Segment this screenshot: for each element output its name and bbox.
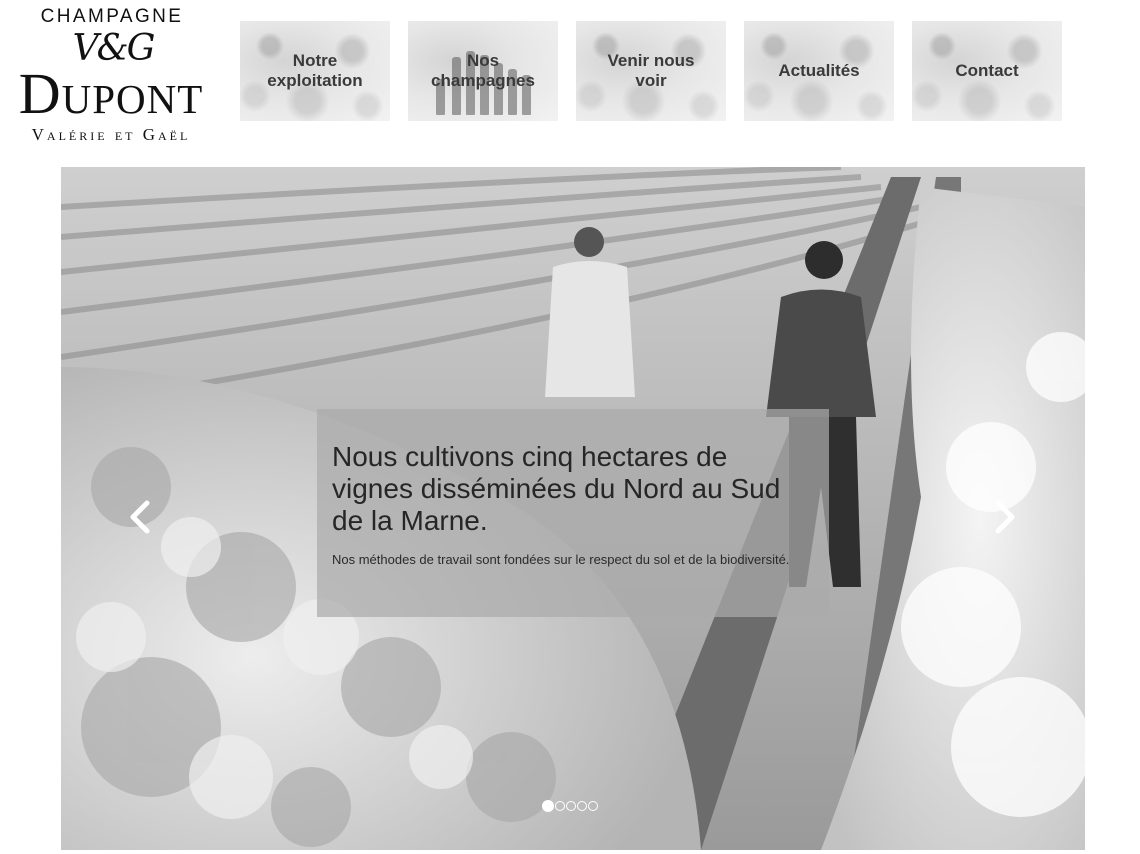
nav-tile-label: Actualités xyxy=(778,61,860,80)
logo-name: Dupont xyxy=(18,61,204,126)
slide-text: Nos méthodes de travail sont fondées sur… xyxy=(332,552,790,567)
nav-tile-venir[interactable]: Venir nous voir xyxy=(576,21,726,121)
nav-tile-actualites[interactable]: Actualités xyxy=(744,21,894,121)
nav-tile-label: Notre exploitation xyxy=(267,51,363,90)
nav-tile-contact[interactable]: Contact xyxy=(912,21,1062,121)
slider-dot-5[interactable] xyxy=(588,801,598,811)
nav-tile-label: Venir nous voir xyxy=(607,51,695,90)
site-logo[interactable]: CHAMPAGNE V&G Dupont Valérie et Gaël xyxy=(6,4,216,146)
nav-tile-label: Contact xyxy=(955,61,1019,80)
chevron-right-icon xyxy=(995,500,1015,534)
logo-subtitle: Valérie et Gaël xyxy=(31,125,191,144)
logo-champagne-text: CHAMPAGNE xyxy=(40,6,184,27)
chevron-left-icon xyxy=(130,500,150,534)
slider-dot-4[interactable] xyxy=(577,801,587,811)
slider-dot-2[interactable] xyxy=(555,801,565,811)
slider-indicators xyxy=(542,800,598,815)
slider-prev-button[interactable] xyxy=(123,497,157,537)
slider-dot-1[interactable] xyxy=(542,800,554,812)
nav-tile-label: Nos champagnes xyxy=(431,51,535,90)
slide-title: Nous cultivons cinq hectares de vignes d… xyxy=(332,441,781,536)
slider-next-button[interactable] xyxy=(988,497,1022,537)
hero-slider: Nous cultivons cinq hectares de vignes d… xyxy=(61,167,1085,850)
slider-dot-3[interactable] xyxy=(566,801,576,811)
slide-caption: Nous cultivons cinq hectares de vignes d… xyxy=(317,409,829,617)
nav-tile-exploitation[interactable]: Notre exploitation xyxy=(240,21,390,121)
nav-tile-champagnes[interactable]: Nos champagnes xyxy=(408,21,558,121)
